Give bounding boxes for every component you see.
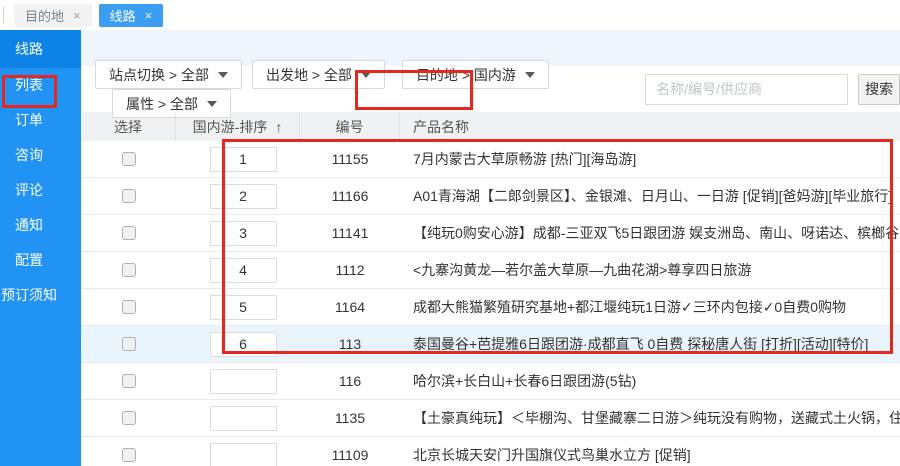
- table-row: 1164成都大熊猫繁殖研究基地+都江堰纯玩1日游✓三环内包接✓0自费0购物: [81, 289, 900, 326]
- product-code: 116: [300, 373, 400, 389]
- sidebar-item-nav[interactable]: 配置: [0, 243, 81, 278]
- table-row: 1135【土豪真纯玩】＜毕棚沟、甘堡藏寨二日游＞纯玩没有购物，送藏式土火锅，住古…: [81, 400, 900, 437]
- product-code: 113: [300, 336, 400, 352]
- sort-order-input[interactable]: [210, 295, 277, 320]
- table-row: 113泰国曼谷+芭提雅6日跟团游·成都直飞 0自费 探秘唐人街 [打折][活动]…: [81, 326, 900, 363]
- column-header-name: 产品名称: [400, 112, 900, 141]
- product-name[interactable]: A01青海湖【二郎剑景区】、金银滩、日月山、一日游 [促销][爸妈游][毕业旅行…: [400, 186, 900, 206]
- table-header: 选择 国内游-排序 ↑ 编号 产品名称: [81, 112, 900, 141]
- sort-order-input[interactable]: [210, 258, 277, 283]
- row-checkbox[interactable]: [122, 226, 136, 240]
- sidebar-item-list-selected[interactable]: 列表: [0, 68, 81, 103]
- sort-ascending-icon[interactable]: ↑: [275, 119, 282, 135]
- row-checkbox[interactable]: [122, 300, 136, 314]
- product-code: 11141: [300, 225, 400, 241]
- row-checkbox[interactable]: [122, 337, 136, 351]
- sort-order-input[interactable]: [210, 147, 277, 172]
- row-checkbox[interactable]: [122, 263, 136, 277]
- chevron-down-icon: [525, 72, 535, 78]
- chevron-down-icon: [218, 72, 228, 78]
- sort-order-input[interactable]: [210, 184, 277, 209]
- table-row: 11166A01青海湖【二郎剑景区】、金银滩、日月山、一日游 [促销][爸妈游]…: [81, 178, 900, 215]
- row-checkbox[interactable]: [122, 374, 136, 388]
- dropdown-label: 出发地 > 全部: [266, 65, 352, 85]
- product-code: 1164: [300, 299, 400, 315]
- product-name[interactable]: 北京长城天安门升国旗仪式鸟巢水立方 [促销]: [400, 445, 900, 465]
- row-checkbox[interactable]: [122, 152, 136, 166]
- search-input[interactable]: [645, 74, 848, 105]
- tab-destination[interactable]: 目的地 ×: [14, 4, 92, 27]
- column-header-code: 编号: [300, 112, 400, 141]
- filter-dropdown[interactable]: 站点切换 > 全部: [95, 60, 242, 89]
- row-checkbox[interactable]: [122, 411, 136, 425]
- sidebar-item-nav[interactable]: 订单: [0, 103, 81, 138]
- product-code: 1135: [300, 410, 400, 426]
- dropdown-label: 目的地 > 国内游: [416, 65, 516, 85]
- column-header-sort[interactable]: 国内游-排序 ↑: [176, 112, 300, 141]
- table-row: 1112<九寨沟黄龙—若尔盖大草原—九曲花湖>尊享四日旅游: [81, 252, 900, 289]
- product-code: 11155: [300, 151, 400, 167]
- search-button[interactable]: 搜索: [858, 74, 900, 105]
- table-row: 116哈尔滨+长白山+长春6日跟团游(5钻): [81, 363, 900, 400]
- row-checkbox[interactable]: [122, 448, 136, 462]
- table-row: 111557月内蒙古大草原畅游 [热门][海岛游]: [81, 141, 900, 178]
- tab-bar: 目的地 × 线路 ×: [0, 0, 900, 30]
- tab-bar-separator: [3, 6, 4, 24]
- sidebar-item-nav[interactable]: 评论: [0, 173, 81, 208]
- main-content: 站点切换 > 全部 出发地 > 全部 目的地 > 国内游属性 > 全部 搜索 选择 …: [81, 30, 900, 466]
- sidebar-item-nav[interactable]: 咨询: [0, 138, 81, 173]
- column-header-select: 选择: [81, 112, 176, 141]
- sidebar: 线路 列表订单咨询评论通知配置预订须知: [0, 30, 81, 466]
- sort-order-input[interactable]: [210, 332, 277, 357]
- sidebar-header-route[interactable]: 线路: [0, 30, 81, 68]
- dropdown-label: 属性 > 全部: [126, 94, 198, 114]
- product-name[interactable]: 7月内蒙古大草原畅游 [热门][海岛游]: [400, 149, 900, 169]
- product-name[interactable]: 【土豪真纯玩】＜毕棚沟、甘堡藏寨二日游＞纯玩没有购物，送藏式土火锅，住古尔沟 […: [400, 408, 900, 428]
- chevron-down-icon: [207, 101, 217, 107]
- close-icon[interactable]: ×: [145, 9, 153, 22]
- sort-order-input[interactable]: [210, 369, 277, 394]
- dropdown-label: 站点切换 > 全部: [109, 65, 209, 85]
- tab-route[interactable]: 线路 ×: [99, 4, 164, 27]
- tab-label: 目的地: [25, 6, 64, 25]
- table-row: 11109北京长城天安门升国旗仪式鸟巢水立方 [促销]: [81, 437, 900, 466]
- table-body: 111557月内蒙古大草原畅游 [热门][海岛游]11166A01青海湖【二郎剑…: [81, 141, 900, 466]
- product-code: 11109: [300, 447, 400, 463]
- filter-dropdown-destination[interactable]: 目的地 > 国内游: [402, 60, 549, 89]
- row-checkbox[interactable]: [122, 189, 136, 203]
- filter-toolbar: 站点切换 > 全部 出发地 > 全部 目的地 > 国内游属性 > 全部 搜索: [81, 66, 900, 112]
- product-name[interactable]: 泰国曼谷+芭提雅6日跟团游·成都直飞 0自费 探秘唐人街 [打折][活动][特价…: [400, 334, 900, 354]
- product-code: 1112: [300, 262, 400, 278]
- filter-dropdown[interactable]: 出发地 > 全部: [252, 60, 385, 89]
- sort-order-input[interactable]: [210, 406, 277, 431]
- product-code: 11166: [300, 188, 400, 204]
- sidebar-item-nav[interactable]: 通知: [0, 208, 81, 243]
- tab-label: 线路: [110, 6, 136, 25]
- close-icon[interactable]: ×: [73, 9, 81, 22]
- product-name[interactable]: 成都大熊猫繁殖研究基地+都江堰纯玩1日游✓三环内包接✓0自费0购物: [400, 297, 900, 317]
- sort-order-input[interactable]: [210, 221, 277, 246]
- product-name[interactable]: 哈尔滨+长白山+长春6日跟团游(5钻): [400, 371, 900, 391]
- product-name[interactable]: 【纯玩0购安心游】成都-三亚双飞5日跟团游 娱支洲岛、南山、呀诺达、槟榔谷、天涯…: [400, 223, 900, 243]
- sidebar-item-nav[interactable]: 预订须知: [0, 278, 81, 313]
- sort-order-input[interactable]: [210, 443, 277, 466]
- table-row: 11141【纯玩0购安心游】成都-三亚双飞5日跟团游 娱支洲岛、南山、呀诺达、槟…: [81, 215, 900, 252]
- chevron-down-icon: [361, 72, 371, 78]
- product-name[interactable]: <九寨沟黄龙—若尔盖大草原—九曲花湖>尊享四日旅游: [400, 260, 900, 280]
